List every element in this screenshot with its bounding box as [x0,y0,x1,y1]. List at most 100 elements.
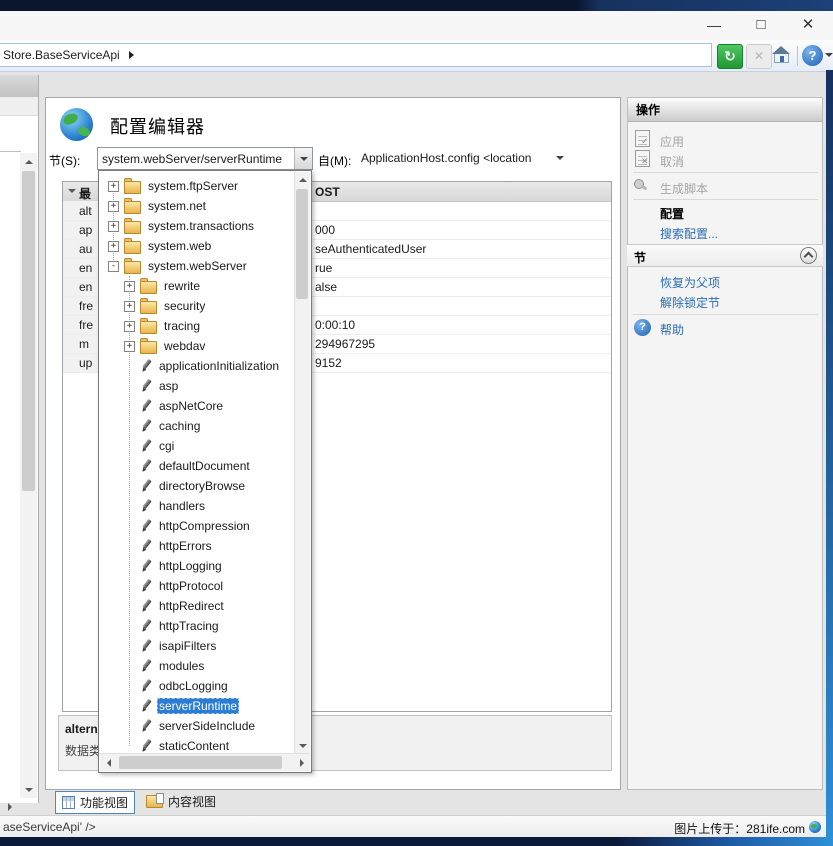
tree-item-label: odbcLogging [157,678,230,694]
tree-item-tracing[interactable]: +tracing [100,316,295,336]
scroll-down-icon[interactable] [21,782,36,797]
section-dropdown: +system.ftpServer+system.net+system.tran… [98,170,312,773]
minimize-button[interactable]: — [698,13,730,37]
help-dropdown-arrow-icon[interactable] [825,53,833,57]
scroll-thumb[interactable] [22,171,35,491]
tree-item-httpCompression[interactable]: httpCompression [100,516,295,536]
tree-item-asp[interactable]: asp [100,376,295,396]
pencil-icon [140,739,152,753]
scroll-thumb[interactable] [296,189,308,299]
maximize-button[interactable]: □ [745,13,777,37]
collapse-section-button[interactable] [800,247,817,264]
expand-icon[interactable]: + [108,181,119,192]
tree-item-system.webServer[interactable]: -system.webServer [100,256,295,276]
folder-icon [124,181,141,194]
expand-icon[interactable]: + [124,281,135,292]
detail-subtitle: 数据类 [65,742,101,759]
tree-item-label: system.transactions [146,218,256,234]
tree-item-aspNetCore[interactable]: aspNetCore [100,396,295,416]
tree-item-httpLogging[interactable]: httpLogging [100,556,295,576]
scroll-left-icon[interactable] [101,755,116,770]
tree-item-system.transactions[interactable]: + system.transactions [100,216,295,236]
folder-icon [140,341,157,354]
tree-item-rewrite[interactable]: +rewrite [100,276,295,296]
pencil-icon [140,639,152,653]
tree-item-system.ftpServer[interactable]: +system.ftpServer [100,176,295,196]
tab-content-view[interactable]: 内容视图 [140,791,222,812]
refresh-button[interactable]: ↻ [717,44,743,69]
expand-icon[interactable]: + [124,341,135,352]
expand-icon[interactable]: + [124,321,135,332]
tree-item-handlers[interactable]: handlers [100,496,295,516]
scroll-right-icon[interactable] [2,799,17,814]
pencil-icon [140,579,152,593]
section-combo-arrow-icon[interactable] [294,148,312,169]
close-button[interactable]: ✕ [792,13,824,37]
section-combobox[interactable]: system.webServer/serverRuntime [97,147,313,170]
cancel-icon: ✕ [635,150,650,167]
scroll-up-icon[interactable] [295,172,310,187]
tree-item-serverSideInclude[interactable]: serverSideInclude [100,716,295,736]
tree-item-system.net[interactable]: +system.net [100,196,295,216]
tree-item-httpErrors[interactable]: httpErrors [100,536,295,556]
search-config-link[interactable]: 搜索配置... [660,225,718,242]
tree-item-label: httpErrors [157,538,214,554]
generate-script-button[interactable]: 生成脚本 [660,180,708,197]
pencil-icon [140,439,152,453]
dropdown-vscrollbar[interactable] [294,172,310,753]
help-link[interactable]: 帮助 [660,321,684,338]
expand-icon[interactable]: + [108,241,119,252]
expand-icon[interactable]: + [108,201,119,212]
expand-icon[interactable]: + [108,221,119,232]
tree-item-isapiFilters[interactable]: isapiFilters [100,636,295,656]
help-icon[interactable]: ? [802,45,823,66]
pencil-icon [140,619,152,633]
cancel-button[interactable]: 取消 [660,153,684,170]
tree-item-odbcLogging[interactable]: odbcLogging [100,676,295,696]
breadcrumb[interactable]: Store.BaseServiceApi [3,48,120,62]
stop-button-disabled[interactable]: ✕ [746,44,772,69]
tree-item-label: httpRedirect [157,598,226,614]
tree-item-modules[interactable]: modules [100,656,295,676]
scroll-right-icon[interactable] [294,755,309,770]
grid-row-value: seAuthenticatedUser [315,242,426,256]
tree-item-httpProtocol[interactable]: httpProtocol [100,576,295,596]
tree-item-webdav[interactable]: + webdav [100,336,295,356]
pencil-icon [140,379,152,393]
tree-item-system.web[interactable]: +system.web [100,236,295,256]
breadcrumb-bar[interactable]: Store.BaseServiceApi [0,43,712,67]
scroll-down-icon[interactable] [295,738,310,753]
tree-item-staticContent[interactable]: staticContent [100,736,295,753]
expand-icon[interactable]: + [124,301,135,312]
tree-item-serverRuntime[interactable]: serverRuntime [100,696,295,716]
pencil-icon [140,599,152,613]
tree-item-security[interactable]: +security [100,296,295,316]
tree-item-httpRedirect[interactable]: httpRedirect [100,596,295,616]
tree-item-defaultDocument[interactable]: defaultDocument [100,456,295,476]
pencil-icon [140,459,152,473]
tab-features-view[interactable]: 功能视图 [55,791,135,814]
tree-item-httpTracing[interactable]: httpTracing [100,616,295,636]
scroll-up-icon[interactable] [21,154,36,169]
scroll-thumb[interactable] [119,756,282,769]
revert-to-parent-link[interactable]: 恢复为父项 [660,274,720,291]
from-combo-arrow-icon[interactable] [556,156,564,160]
pencil-icon [140,679,152,693]
grid-row-name: ap [79,223,92,237]
collapse-icon[interactable]: - [108,261,119,272]
tree-item-cgi[interactable]: cgi [100,436,295,456]
dropdown-hscrollbar[interactable] [100,753,310,771]
connections-vscrollbar[interactable] [20,153,37,798]
collapse-chevron-icon[interactable] [68,189,76,193]
apply-button[interactable]: 应用 [660,133,684,150]
tree-item-directoryBrowse[interactable]: directoryBrowse [100,476,295,496]
tree-item-label: aspNetCore [157,398,225,414]
tree-item-applicationInitialization[interactable]: applicationInitialization [100,356,295,376]
from-combobox[interactable]: ApplicationHost.config <location [355,147,615,170]
unlock-section-link[interactable]: 解除锁定节 [660,294,720,311]
tree-item-label: webdav [162,338,207,354]
breadcrumb-arrow-icon[interactable] [129,51,134,59]
tree-item-label: httpProtocol [157,578,225,594]
tree-item-caching[interactable]: caching [100,416,295,436]
home-icon[interactable] [772,46,790,64]
